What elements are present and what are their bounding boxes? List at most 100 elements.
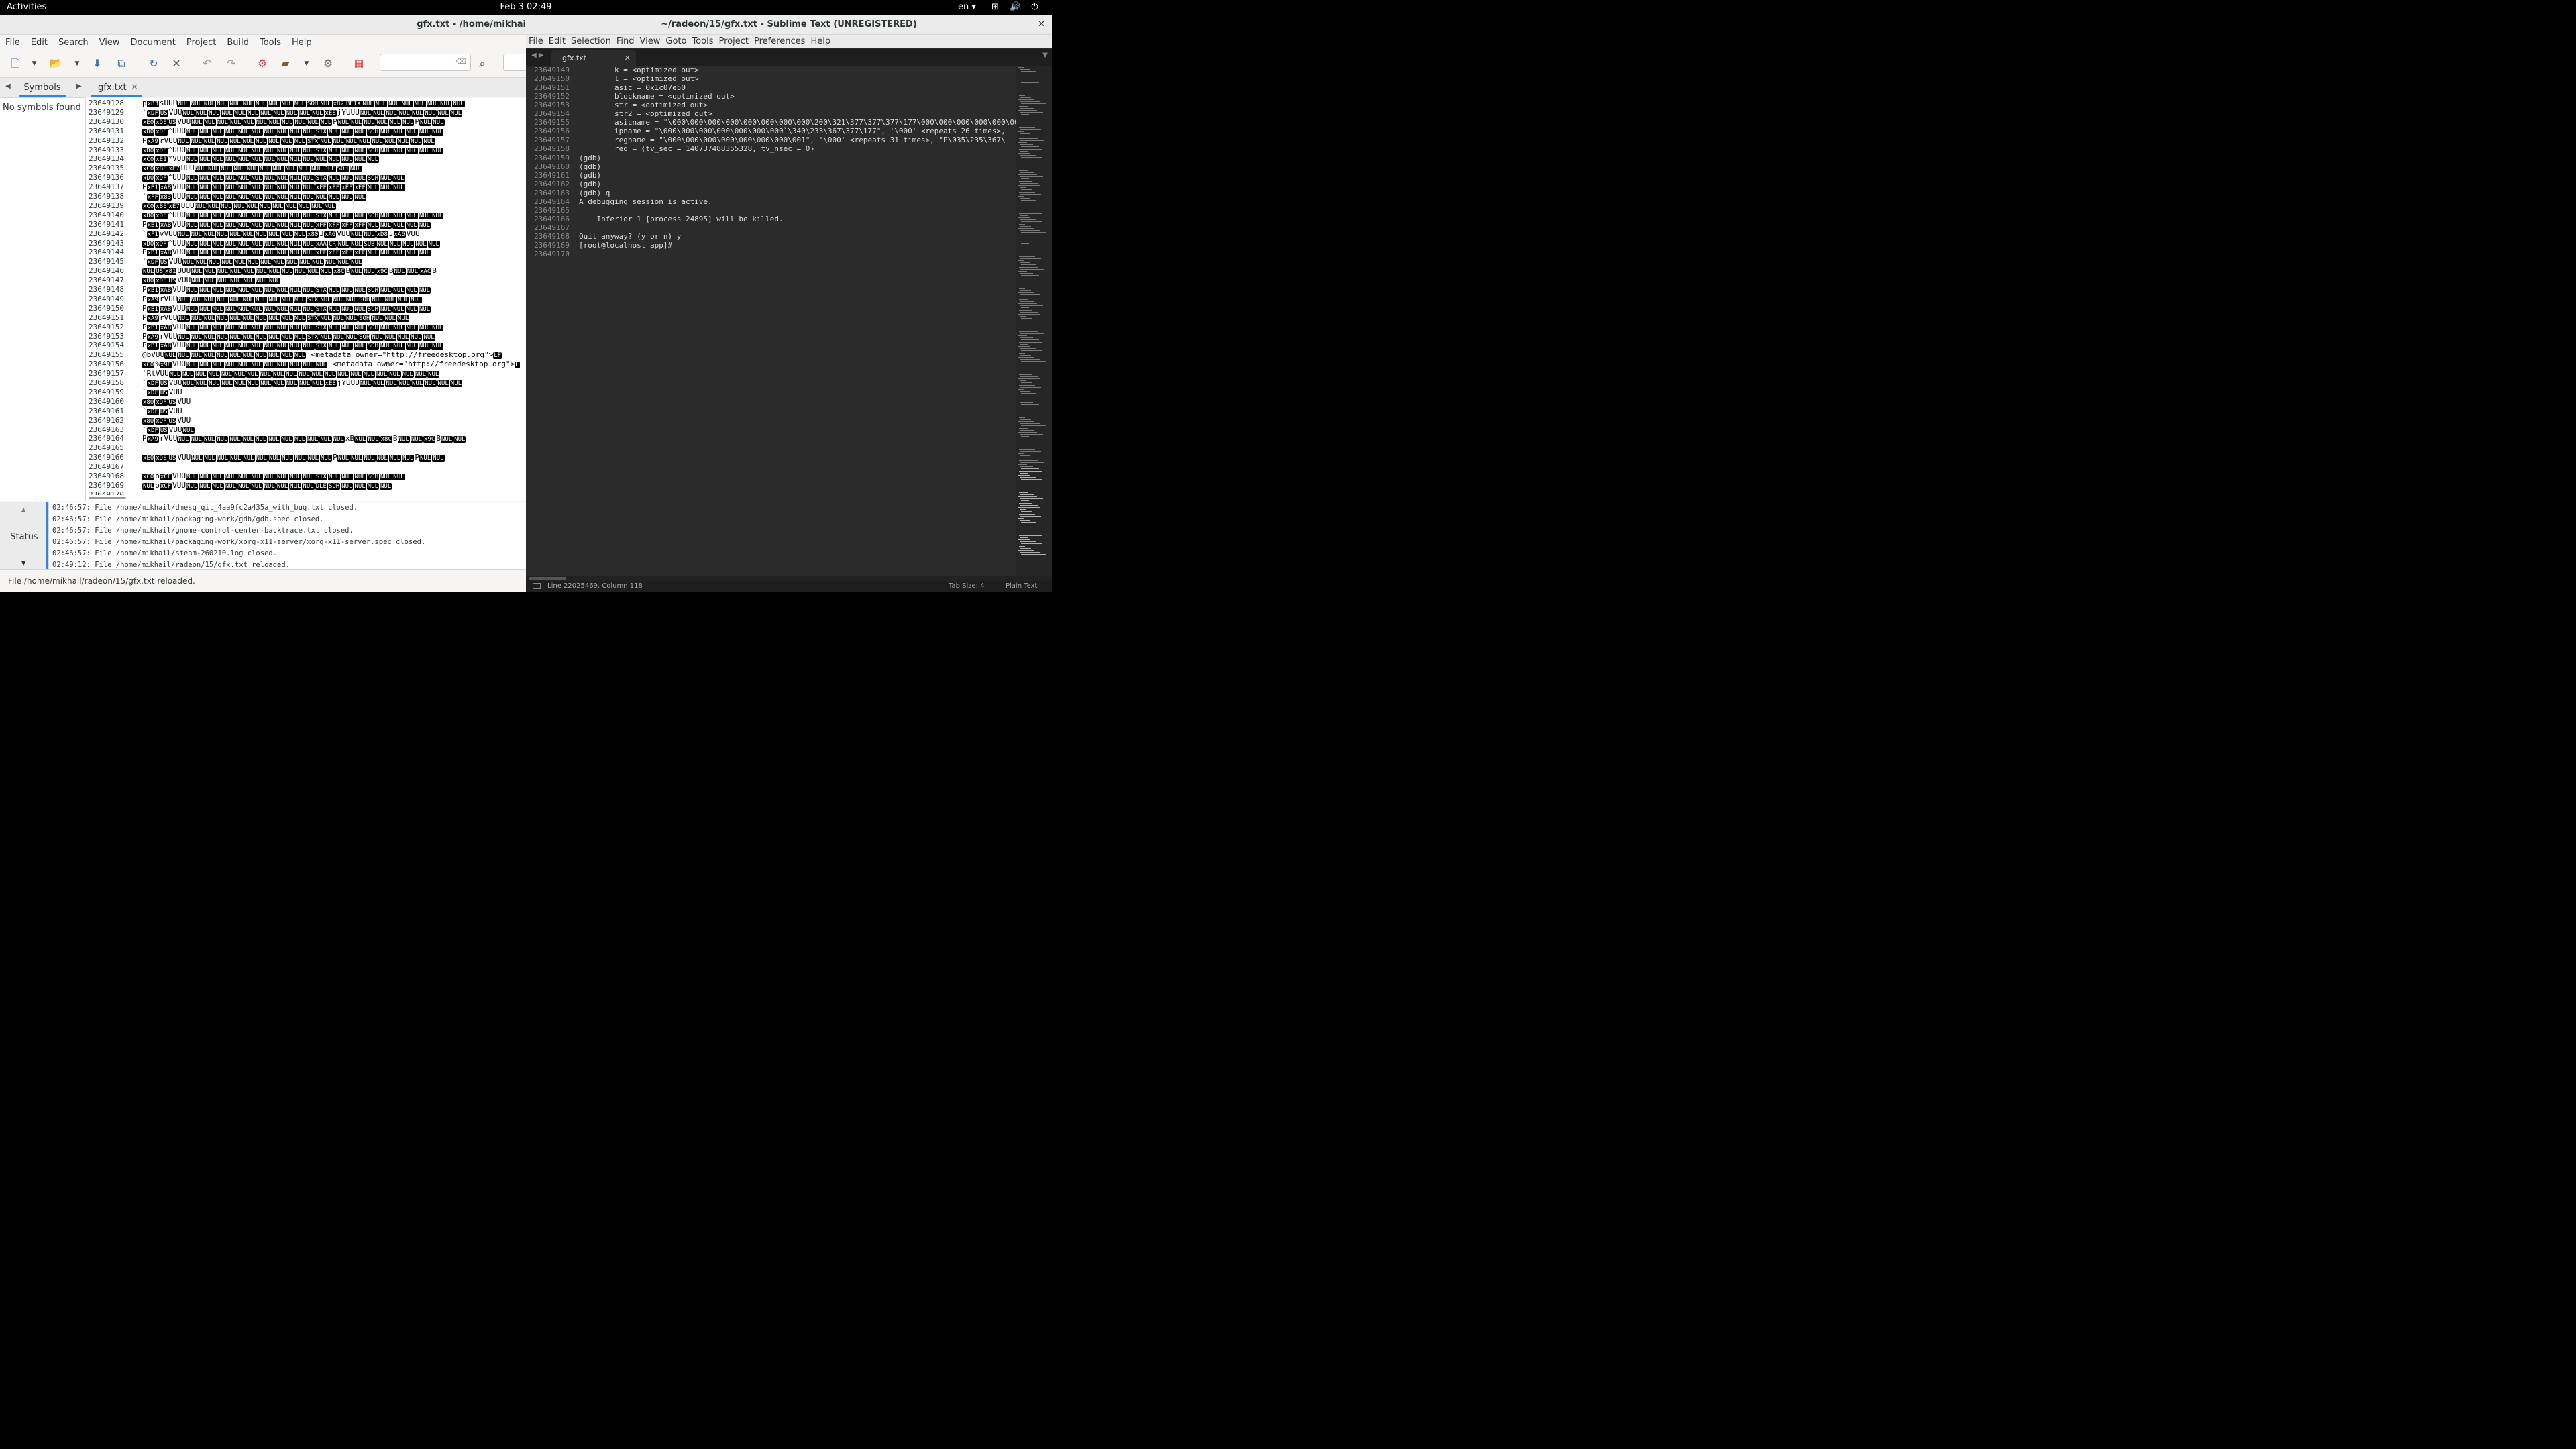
status-bar: File /home/mikhail/radeon/15/gfx.txt rel… (0, 569, 526, 592)
message-line[interactable]: 02:46:57: File /home/mikhail/packaging-w… (52, 538, 425, 546)
execute-icon[interactable]: ⚙ (321, 56, 335, 71)
control-char-token: NUL (276, 184, 289, 192)
open-folder-icon[interactable]: 📂 (48, 56, 63, 71)
message-line[interactable]: 02:46:57: File /home/mikhail/steam-26021… (52, 549, 277, 557)
menu-project[interactable]: Project (181, 36, 221, 50)
tab-list-dropdown-icon[interactable]: ▼ (1042, 52, 1048, 59)
search-icon[interactable]: ⌕ (475, 56, 490, 71)
tab-symbols[interactable]: Symbols (19, 78, 66, 97)
chevron-down-icon[interactable]: ▼ (21, 560, 25, 566)
tab-nav-arrows-icon[interactable]: ◀ ▶ (531, 52, 544, 59)
control-char-token: NUL (203, 436, 216, 443)
message-line[interactable]: 02:46:57: File /home/mikhail/packaging-w… (52, 515, 324, 523)
menu-help[interactable]: Help (286, 36, 317, 50)
menu-find[interactable]: Find (614, 35, 637, 48)
minimap-line (1021, 114, 1029, 115)
save-icon[interactable]: ⬇ (90, 56, 105, 71)
horizontal-scrollbar[interactable] (526, 576, 1052, 581)
menu-tools[interactable]: Tools (254, 36, 286, 50)
revert-icon[interactable]: ↻ (146, 56, 161, 71)
panel-toggle-icon[interactable] (533, 583, 541, 589)
control-char-token: NUL (186, 474, 199, 480)
message-line[interactable]: 02:49:12: File /home/mikhail/radeon/15/g… (52, 561, 290, 569)
redo-icon[interactable]: ↷ (224, 56, 239, 71)
close-tab-icon[interactable]: ✕ (131, 78, 138, 97)
tab-gfx-txt-sublime[interactable]: gfx.txt ✕ (551, 50, 636, 66)
open-dropdown-icon[interactable]: ▼ (74, 56, 80, 71)
menu-view[interactable]: View (94, 36, 125, 50)
save-all-icon[interactable]: ⧉ (114, 56, 129, 71)
control-char-token: xD0 (142, 147, 155, 154)
close-tab-icon[interactable]: ✕ (625, 50, 631, 66)
clear-search-icon[interactable]: ⌫ (455, 57, 466, 66)
menu-document[interactable]: Document (125, 36, 180, 50)
message-line[interactable]: 02:46:57: File /home/mikhail/dmesg_git_4… (52, 504, 358, 512)
undo-icon[interactable]: ↶ (200, 56, 215, 71)
control-char-token: NUL (319, 436, 332, 443)
control-char-token: NUL (392, 474, 405, 480)
new-file-dropdown-icon[interactable]: ▼ (31, 56, 38, 71)
geany-title: gfx.txt - /home/mikhai (0, 15, 526, 35)
syntax-mode[interactable]: Plain Text (1006, 582, 1037, 590)
new-file-icon[interactable]: 🗋 (8, 56, 23, 71)
message-line[interactable]: 02:46:57: File /home/mikhail/gnome-contr… (52, 527, 354, 535)
menu-search[interactable]: Search (53, 36, 94, 50)
code-editor[interactable]: px83 sUUUNUL NUL NUL NUL NUL NUL NUL NUL NUL NUL SO… (138, 98, 526, 495)
scrollbar-thumb[interactable] (89, 497, 126, 499)
menu-file[interactable]: File (526, 35, 546, 48)
tab-size[interactable]: Tab Size: 4 (949, 582, 985, 590)
menu-tools[interactable]: Tools (689, 35, 716, 48)
color-chooser-icon[interactable]: ▦ (352, 56, 366, 71)
menu-file[interactable]: File (0, 36, 25, 50)
scrollbar-thumb[interactable] (529, 577, 566, 580)
menu-edit[interactable]: Edit (546, 35, 568, 48)
code-line: xC0 xBE xE7 UUUNUL NUL NUL NUL NUL NUL NUL NUL NUL N… (142, 164, 362, 173)
control-char-token: NUL (186, 305, 199, 313)
language-indicator[interactable]: en ▾ (958, 2, 976, 12)
menu-project[interactable]: Project (716, 35, 751, 48)
control-char-token: NUL (254, 315, 268, 322)
search-input[interactable]: ⌫ (380, 54, 471, 71)
tab-gfx-txt[interactable]: gfx.txt ✕ (91, 78, 142, 97)
chevron-left-icon[interactable]: ◀ (5, 83, 11, 90)
minimap-line (1018, 550, 1034, 551)
minimap-line (1021, 264, 1036, 266)
control-char-token: NUL (229, 231, 241, 238)
control-char-token: NUL (211, 474, 224, 480)
control-char-token: NUL (276, 212, 289, 219)
control-char-token: NUL (241, 352, 254, 360)
minimap[interactable] (1016, 66, 1052, 576)
minimap-line (1018, 67, 1024, 68)
goto-line-input[interactable] (503, 54, 526, 71)
chevron-right-icon[interactable]: ▶ (76, 83, 82, 90)
control-char-token: STX (307, 333, 319, 341)
control-char-token: NUL (405, 305, 418, 313)
code-line: l = <optimized out> (579, 74, 699, 84)
close-window-icon[interactable]: ✕ (1038, 15, 1045, 35)
menu-goto[interactable]: Goto (663, 35, 689, 48)
clock[interactable]: Feb 3 02:49 (0, 2, 1052, 12)
build-icon[interactable]: ▰ (278, 56, 292, 71)
text-token: J (388, 229, 394, 238)
compile-icon[interactable]: ⚙ (255, 56, 270, 71)
code-editor[interactable]: k = <optimized out> l = <optimized out> … (573, 66, 1016, 576)
chevron-up-icon[interactable]: ▲ (21, 506, 25, 513)
control-char-token: NUL (272, 203, 284, 210)
menu-selection[interactable]: Selection (568, 35, 614, 48)
minimap-line (1021, 82, 1039, 83)
build-dropdown-icon[interactable]: ▼ (303, 56, 310, 71)
horizontal-scrollbar[interactable] (86, 495, 526, 501)
menu-preferences[interactable]: Preferences (751, 35, 808, 48)
control-char-token: NUL (315, 194, 327, 201)
code-line: px83 sUUUNUL NUL NUL NUL NUL NUL NUL NUL NUL NUL SO… (142, 99, 466, 108)
menu-build[interactable]: Build (221, 36, 254, 50)
menu-view[interactable]: View (637, 35, 663, 48)
control-char-token: NUL (268, 119, 281, 126)
menu-help[interactable]: Help (808, 35, 833, 48)
control-char-token: x8C (333, 268, 345, 276)
minimap-line (1019, 148, 1042, 150)
menu-edit[interactable]: Edit (25, 36, 53, 50)
tab-status[interactable]: ▲ Status ▼ (0, 502, 49, 570)
sublime-status-bar: Line 22025469, Column 118 Tab Size: 4 Pl… (526, 581, 1052, 592)
close-file-icon[interactable]: ✕ (169, 56, 184, 71)
